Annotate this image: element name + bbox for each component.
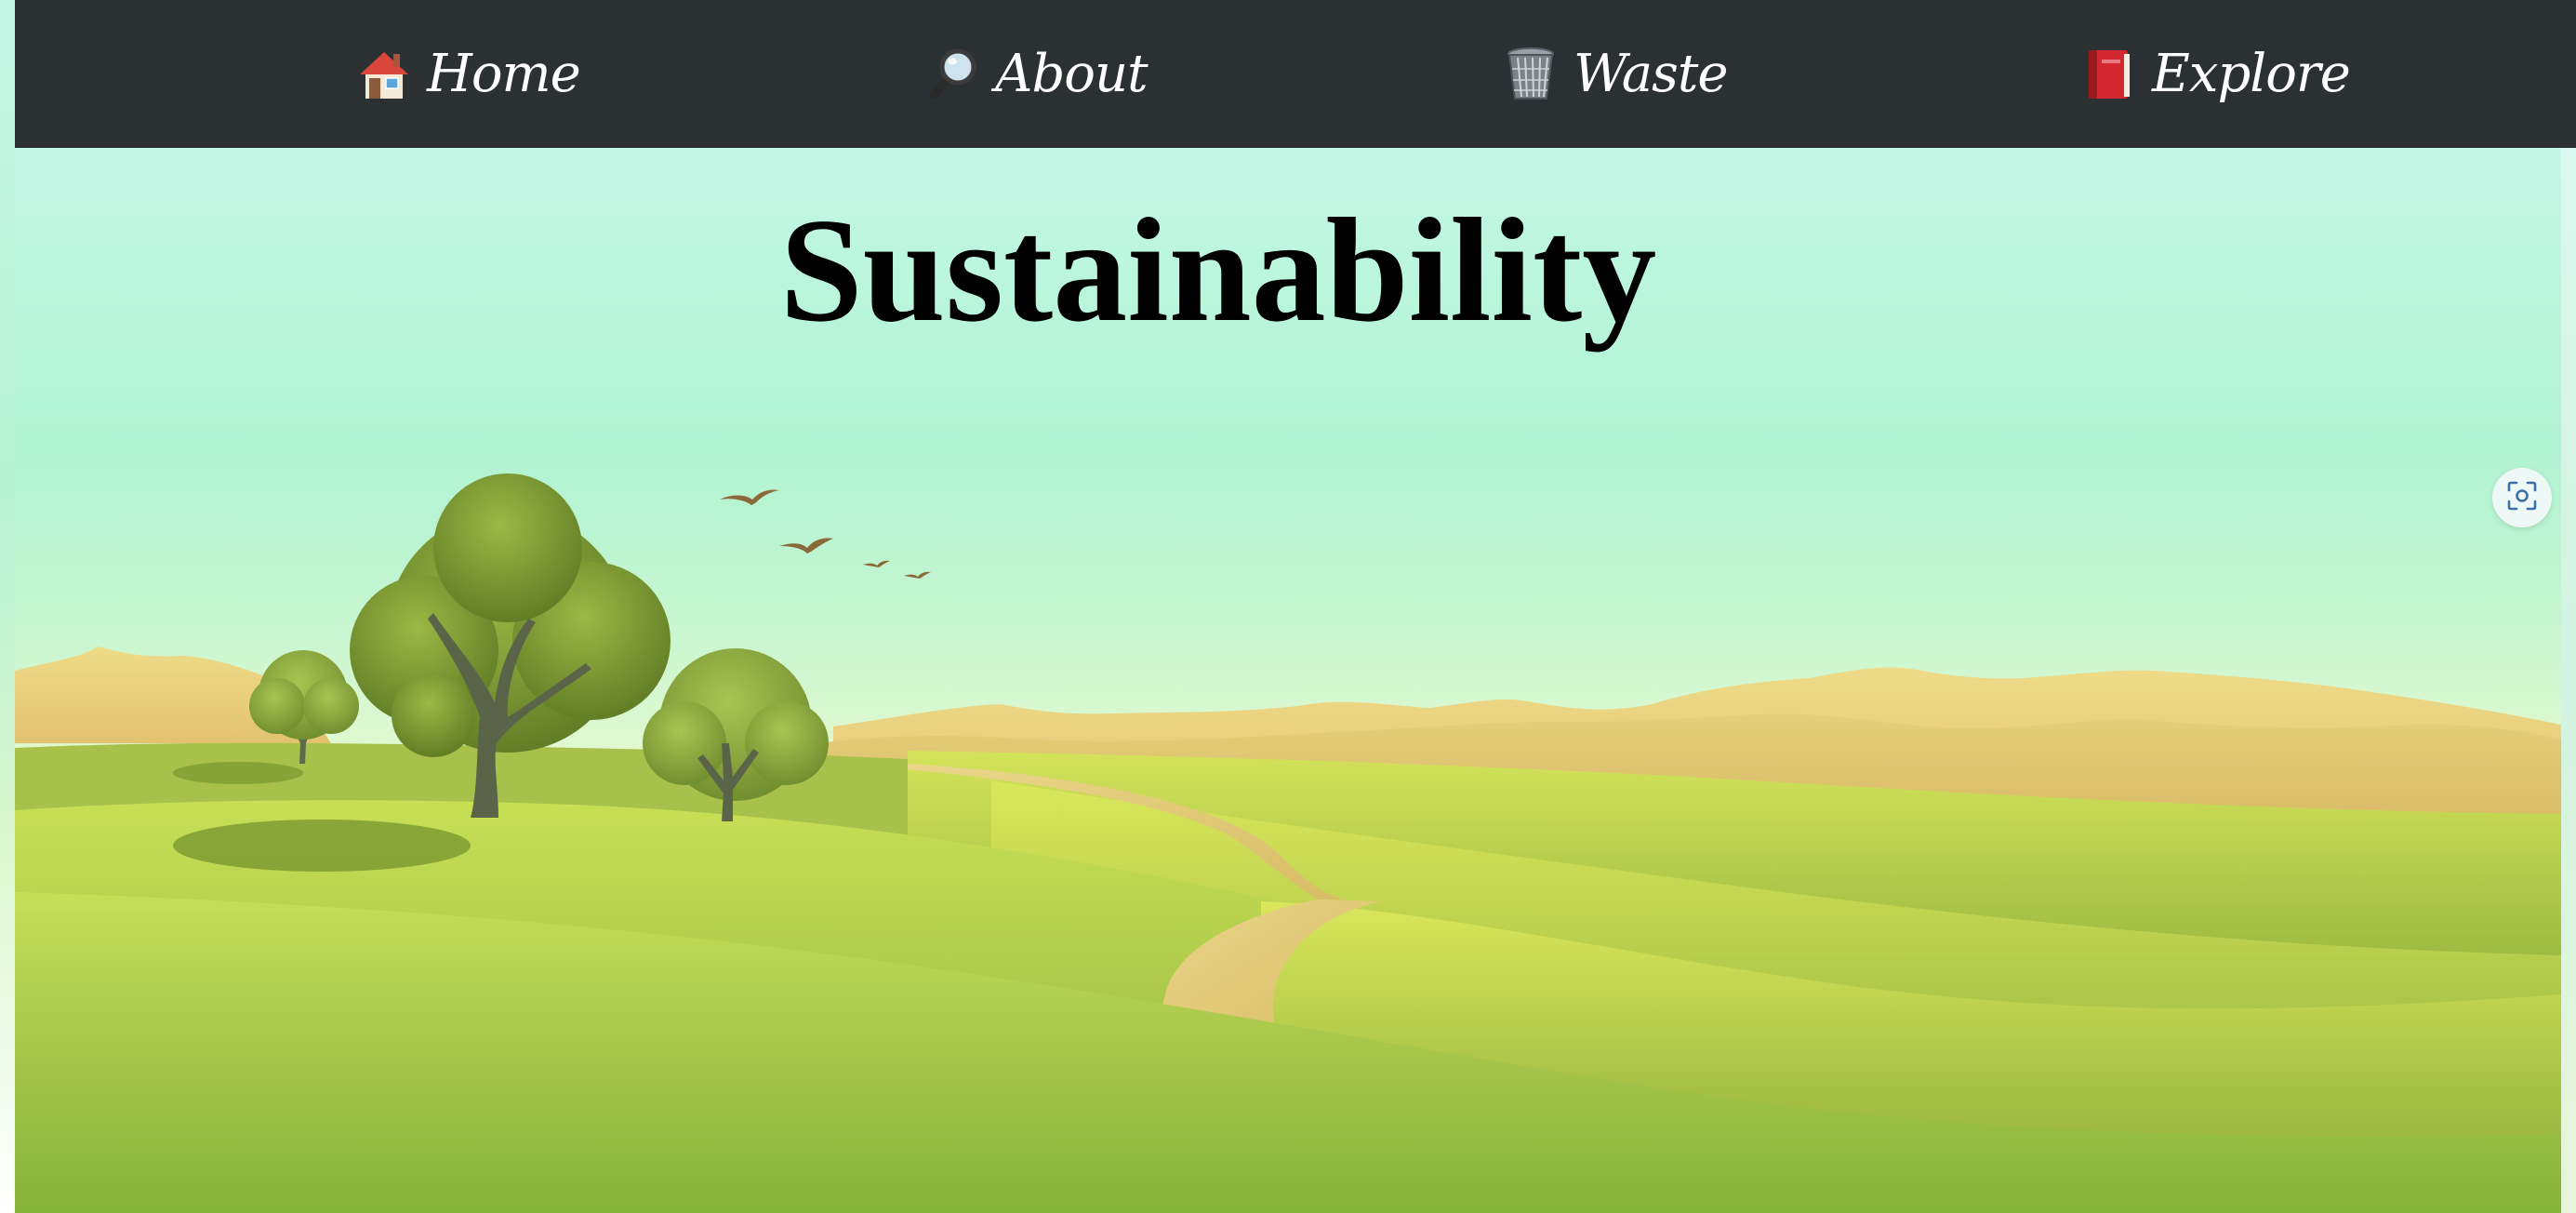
magnifier-icon xyxy=(926,47,978,102)
nav-label-home: Home xyxy=(427,44,581,104)
page-margin-left xyxy=(0,0,15,1213)
page: Home About Waste Explore Sustainability xyxy=(0,0,2576,1213)
nav-item-explore[interactable]: Explore xyxy=(2083,0,2351,148)
red-book-icon xyxy=(2083,47,2135,102)
nav-label-about: About xyxy=(995,44,1149,104)
nav-item-about[interactable]: About xyxy=(926,0,1149,148)
screenshot-capture-button[interactable] xyxy=(2492,468,2552,527)
page-title: Sustainability xyxy=(779,187,1657,353)
wastebasket-icon xyxy=(1505,47,1557,102)
nav-item-home[interactable]: Home xyxy=(358,0,581,148)
nav-item-waste[interactable]: Waste xyxy=(1505,0,1728,148)
house-icon xyxy=(358,47,410,102)
nav-label-waste: Waste xyxy=(1573,44,1728,104)
nav-label-explore: Explore xyxy=(2152,44,2351,104)
top-navigation-bar: Home About Waste Explore xyxy=(15,0,2576,148)
screenshot-capture-icon xyxy=(2506,480,2538,516)
